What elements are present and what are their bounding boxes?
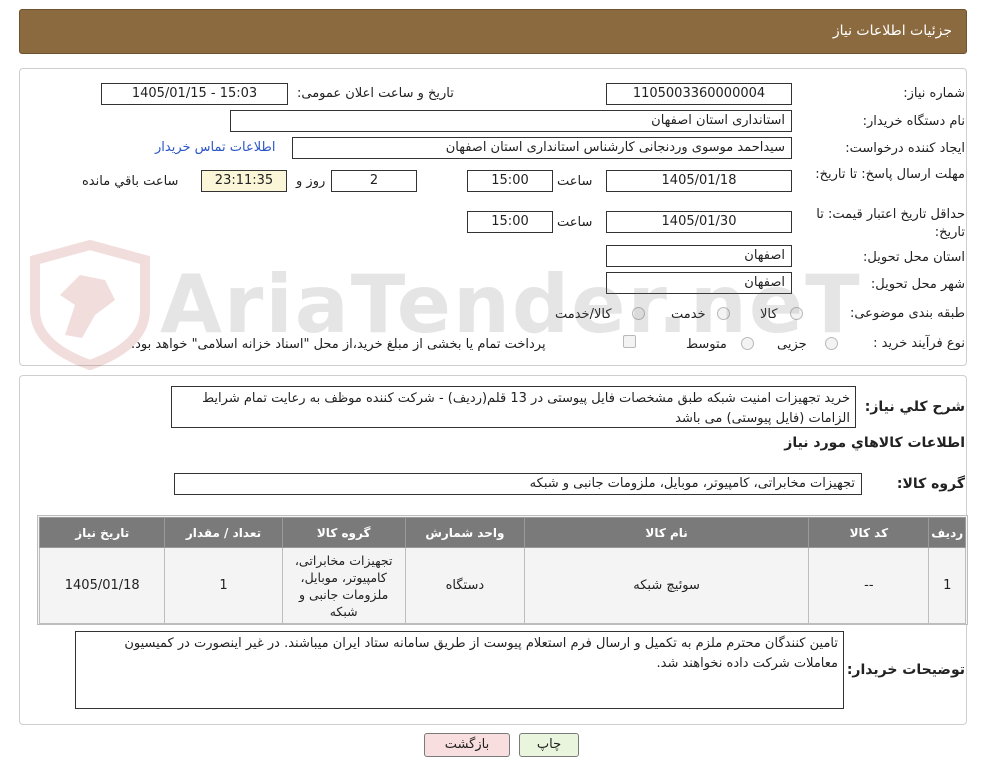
col-unit-header: واحد شمارش <box>404 517 525 548</box>
city-label: شهر محل تحویل: <box>870 277 965 292</box>
col-row-header: ردیف <box>928 517 966 548</box>
announce-field: 1405/01/15 - 15:03 <box>101 83 288 105</box>
goods-group-field: تجهیزات مخابراتی، کامپیوتر، موبایل، ملزو… <box>174 473 862 495</box>
cell-code: -- <box>808 547 930 624</box>
province-label: استان محل تحویل: <box>863 250 965 265</box>
process-label: نوع فرآیند خرید : <box>873 336 965 351</box>
remaining-time-field: 23:11:35 <box>201 170 287 192</box>
cell-unit: دستگاه <box>404 547 525 624</box>
cell-qty: 1 <box>164 547 283 624</box>
print-button[interactable]: چاپ <box>519 733 579 757</box>
page-title: جزئیات اطلاعات نیاز <box>832 23 952 39</box>
summary-label: شرح کلي نياز: <box>864 399 965 415</box>
buyer-contact-link[interactable]: اطلاعات تماس خریدار <box>155 140 275 155</box>
category-service-radio[interactable] <box>717 307 730 320</box>
creator-label: ایجاد کننده درخواست: <box>845 141 965 156</box>
buyer-notes-label: توضیحات خریدار: <box>846 662 965 678</box>
validity-date-field: 1405/01/30 <box>606 211 792 233</box>
buyer-notes-textarea: تامین کنندگان محترم ملزم به تکمیل و ارسا… <box>75 631 844 709</box>
buyer-notes-text: تامین کنندگان محترم ملزم به تکمیل و ارسا… <box>124 636 838 671</box>
days-field: 2 <box>331 170 417 192</box>
col-date-header: تاریخ نیاز <box>38 517 166 548</box>
process-partial-radio[interactable] <box>825 337 838 350</box>
deadline-date-field: 1405/01/18 <box>606 170 792 192</box>
city-field: اصفهان <box>606 272 792 294</box>
table-header-row: ردیف کد کالا نام کالا واحد شمارش گروه کا… <box>38 517 966 548</box>
need-number-field: 1105003360000004 <box>606 83 792 105</box>
category-goods-service-label: کالا/خدمت <box>555 307 612 322</box>
category-goods-service-radio[interactable] <box>632 307 645 320</box>
days-label: روز و <box>296 174 326 189</box>
cell-group: تجهیزات مخابراتی، کامپیوتر، موبایل، ملزو… <box>281 547 406 624</box>
validity-time-label: ساعت <box>557 215 593 230</box>
cell-name: سوئیچ شبکه <box>523 547 810 624</box>
announce-label: تاریخ و ساعت اعلان عمومی: <box>297 86 454 101</box>
items-table: ردیف کد کالا نام کالا واحد شمارش گروه کا… <box>38 517 966 624</box>
treasury-payment-note: پرداخت تمام یا بخشی از مبلغ خرید،از محل … <box>131 337 546 352</box>
goods-info-title: اطلاعات کالاهاي مورد نياز <box>784 435 965 451</box>
page-header: جزئیات اطلاعات نیاز <box>19 9 967 54</box>
summary-text: خرید تجهیزات امنیت شبکه طبق مشخصات فایل … <box>202 391 850 426</box>
creator-field: سیداحمد موسوی وردنجانی کارشناس استانداری… <box>292 137 792 159</box>
cell-date: 1405/01/18 <box>38 547 166 624</box>
summary-textarea: خرید تجهیزات امنیت شبکه طبق مشخصات فایل … <box>171 386 856 428</box>
table-row: 1 -- سوئیچ شبکه دستگاه تجهیزات مخابراتی،… <box>38 547 966 624</box>
process-partial-label: جزیی <box>777 337 807 352</box>
col-group-header: گروه کالا <box>281 517 406 548</box>
category-label: طبقه بندی موضوعی: <box>849 306 965 321</box>
remaining-label: ساعت باقي مانده <box>82 174 179 189</box>
need-number-label: شماره نیاز: <box>903 86 965 101</box>
col-name-header: نام کالا <box>523 517 810 548</box>
cell-row: 1 <box>928 547 966 624</box>
category-goods-radio[interactable] <box>790 307 803 320</box>
col-qty-header: تعداد / مقدار <box>164 517 283 548</box>
validity-label: حداقل تاریخ اعتبار قیمت: تا تاریخ: <box>816 207 965 240</box>
treasury-payment-checkbox[interactable] <box>623 335 636 348</box>
goods-group-label: گروه کالا: <box>896 476 965 492</box>
process-medium-radio[interactable] <box>741 337 754 350</box>
buyer-org-label: نام دستگاه خریدار: <box>862 114 965 129</box>
back-button[interactable]: بازگشت <box>424 733 510 757</box>
category-service-label: خدمت <box>671 307 706 322</box>
deadline-time-label: ساعت <box>557 174 593 189</box>
deadline-time-field: 15:00 <box>467 170 553 192</box>
buyer-org-field: استانداری استان اصفهان <box>230 110 792 132</box>
validity-time-field: 15:00 <box>467 211 553 233</box>
deadline-label: مهلت ارسال پاسخ: تا تاریخ: <box>815 167 965 182</box>
process-medium-label: متوسط <box>686 337 727 352</box>
col-code-header: کد کالا <box>808 517 930 548</box>
province-field: اصفهان <box>606 245 792 267</box>
category-goods-label: کالا <box>760 307 778 322</box>
